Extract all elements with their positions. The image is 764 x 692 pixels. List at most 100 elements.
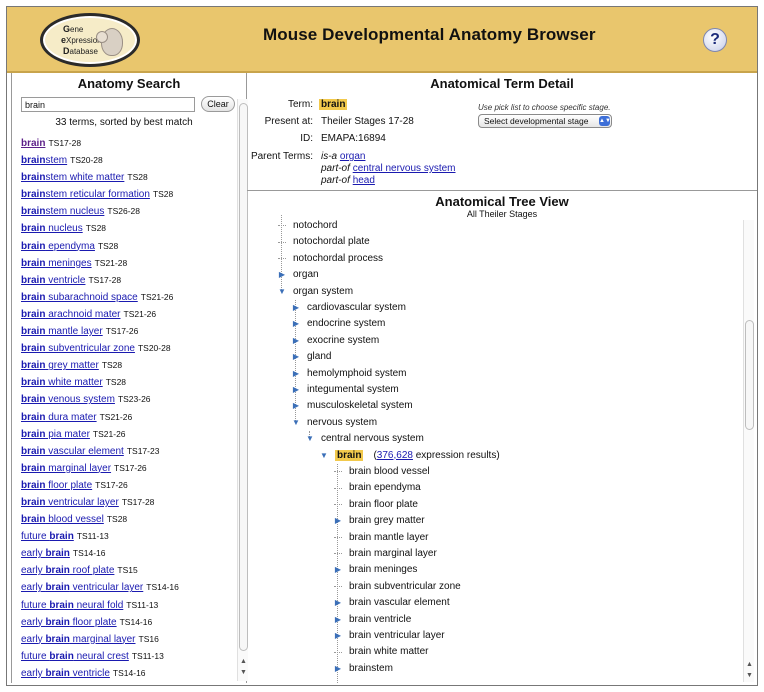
tree-node-label[interactable]: central nervous system bbox=[321, 433, 424, 444]
help-button[interactable]: ? bbox=[703, 28, 727, 52]
search-result-link[interactable]: brain dura mater bbox=[21, 412, 97, 423]
tree-node-label[interactable]: brain ventricle bbox=[349, 614, 411, 625]
tree-node[interactable]: brain subventricular zone bbox=[333, 579, 461, 595]
search-result-link[interactable]: brain subventricular zone bbox=[21, 343, 135, 354]
tree-node-label[interactable]: integumental system bbox=[307, 384, 399, 395]
tree-node[interactable]: notochord bbox=[277, 218, 337, 234]
tree-node[interactable]: ▶ brain meninges bbox=[333, 562, 417, 578]
search-result-link[interactable]: brainstem nucleus bbox=[21, 206, 104, 217]
expand-arrow-icon[interactable]: ▶ bbox=[333, 628, 343, 644]
tree-node-label[interactable]: notochord bbox=[293, 220, 337, 231]
search-result-link[interactable]: brain marginal layer bbox=[21, 463, 111, 474]
tree-node-label[interactable]: brain white matter bbox=[349, 646, 428, 657]
expand-arrow-icon[interactable]: ▶ bbox=[291, 349, 301, 365]
tree-node-label[interactable]: brain ventricular layer bbox=[349, 630, 445, 641]
tree-node[interactable]: brain blood vessel bbox=[333, 464, 430, 480]
tree-node[interactable]: brain marginal layer bbox=[333, 546, 437, 562]
search-result-link[interactable]: brain grey matter bbox=[21, 360, 99, 371]
expression-results-link[interactable]: 376,628 bbox=[377, 450, 413, 461]
tree-node[interactable]: ▶ brainstem bbox=[333, 661, 393, 677]
tree-node-label[interactable]: brain vascular element bbox=[349, 597, 450, 608]
tree-node[interactable]: ▶ musculoskeletal system bbox=[291, 398, 413, 414]
tree-node-label[interactable]: organ bbox=[293, 269, 319, 280]
tree-node[interactable]: ▶ organ bbox=[277, 267, 319, 283]
tree-node-label[interactable]: brain floor plate bbox=[349, 499, 418, 510]
search-result-link[interactable]: future brain neural fold bbox=[21, 600, 123, 611]
tree-node[interactable]: brain floor plate bbox=[333, 497, 418, 513]
tree-node-selected[interactable]: ▼ brain (376,628 expression results) bbox=[319, 448, 500, 464]
search-result-link[interactable]: early brain roof plate bbox=[21, 565, 114, 576]
tree-scroll-down-arrow[interactable]: ▼ bbox=[744, 671, 755, 681]
tree-node-label[interactable]: notochordal process bbox=[293, 253, 383, 264]
search-result-link[interactable]: brain blood vessel bbox=[21, 514, 104, 525]
collapse-arrow-icon[interactable]: ▼ bbox=[305, 431, 315, 447]
expand-arrow-icon[interactable]: ▶ bbox=[333, 612, 343, 628]
search-result-link[interactable]: brain meninges bbox=[21, 258, 92, 269]
tree-node-label[interactable]: endocrine system bbox=[307, 318, 385, 329]
search-result-link[interactable]: brain bbox=[21, 138, 45, 149]
search-result-link[interactable]: brain floor plate bbox=[21, 480, 92, 491]
search-result-link[interactable]: early brain floor plate bbox=[21, 617, 117, 628]
tree-node[interactable]: ▶ cardiovascular system bbox=[291, 300, 406, 316]
search-result-link[interactable]: brain venous system bbox=[21, 394, 115, 405]
tree-scrollbar-thumb[interactable] bbox=[745, 320, 754, 430]
search-result-link[interactable]: brain mantle layer bbox=[21, 326, 103, 337]
tree-node-label[interactable]: organ system bbox=[293, 286, 353, 297]
expand-arrow-icon[interactable]: ▶ bbox=[333, 661, 343, 677]
gxd-logo[interactable]: Gene eXpression Database bbox=[40, 13, 140, 67]
search-result-link[interactable]: brain pia mater bbox=[21, 429, 90, 440]
search-result-link[interactable]: brain vascular element bbox=[21, 446, 124, 457]
search-result-link[interactable]: early brain bbox=[21, 548, 70, 559]
search-result-link[interactable]: brain ventricle bbox=[21, 275, 85, 286]
tree-node-label[interactable]: brain mantle layer bbox=[349, 532, 428, 543]
search-result-link[interactable]: early brain ventricular layer bbox=[21, 582, 143, 593]
search-result-link[interactable]: brain ventricular layer bbox=[21, 497, 119, 508]
expand-arrow-icon[interactable]: ▶ bbox=[291, 300, 301, 316]
search-result-link[interactable]: future brain bbox=[21, 531, 74, 542]
tree-node-label[interactable]: brain marginal layer bbox=[349, 548, 437, 559]
tree-node[interactable]: ▶ brain vascular element bbox=[333, 595, 450, 611]
tree-node-label[interactable]: brain meninges bbox=[349, 564, 417, 575]
tree-node[interactable]: ▶ brain ventricle bbox=[333, 612, 411, 628]
expand-arrow-icon[interactable]: ▶ bbox=[333, 562, 343, 578]
tree-node[interactable]: brain ependyma bbox=[333, 480, 421, 496]
collapse-arrow-icon[interactable]: ▼ bbox=[319, 448, 329, 464]
tree-node-label[interactable]: brain ependyma bbox=[349, 482, 421, 493]
tree-scroll-up-arrow[interactable]: ▲ bbox=[744, 660, 755, 670]
search-result-link[interactable]: brain arachnoid mater bbox=[21, 309, 121, 320]
tree-node-label[interactable]: hemolymphoid system bbox=[307, 368, 406, 379]
collapse-arrow-icon[interactable]: ▼ bbox=[291, 415, 301, 431]
search-input[interactable] bbox=[21, 97, 195, 112]
expand-arrow-icon[interactable]: ▶ bbox=[291, 398, 301, 414]
tree-node-label[interactable]: musculoskeletal system bbox=[307, 400, 413, 411]
tree-node-label[interactable]: nervous system bbox=[307, 417, 377, 428]
search-result-link[interactable]: brain nucleus bbox=[21, 223, 83, 234]
search-result-link[interactable]: future brain neural crest bbox=[21, 651, 129, 662]
tree-node-label[interactable]: brain bbox=[335, 449, 364, 461]
expand-arrow-icon[interactable]: ▶ bbox=[291, 366, 301, 382]
expand-arrow-icon[interactable]: ▶ bbox=[291, 382, 301, 398]
tree-node[interactable]: ▶ gland bbox=[291, 349, 332, 365]
parent-term-link[interactable]: organ bbox=[340, 151, 366, 162]
search-result-link[interactable]: early brain marginal layer bbox=[21, 634, 136, 645]
tree-node[interactable]: notochordal process bbox=[277, 251, 383, 267]
tree-node[interactable]: notochordal plate bbox=[277, 234, 370, 250]
tree-node[interactable]: ▼ central nervous system bbox=[305, 431, 424, 447]
tree-node-label[interactable]: cardiovascular system bbox=[307, 302, 406, 313]
search-result-link[interactable]: brainstem white matter bbox=[21, 172, 124, 183]
parent-term-link[interactable]: central nervous system bbox=[353, 163, 456, 174]
stage-select[interactable]: Select developmental stage ▲▼ bbox=[478, 114, 612, 128]
parent-term-link[interactable]: head bbox=[353, 175, 375, 186]
search-result-link[interactable]: brain white matter bbox=[21, 377, 103, 388]
tree-node-label[interactable]: exocrine system bbox=[307, 335, 379, 346]
expand-arrow-icon[interactable]: ▶ bbox=[333, 595, 343, 611]
tree-node[interactable]: ▶ endocrine system bbox=[291, 316, 385, 332]
tree-scrollbar[interactable]: ▲ ▼ bbox=[743, 220, 754, 682]
tree-node[interactable]: ▼ nervous system bbox=[291, 415, 377, 431]
tree-node[interactable]: brain mantle layer bbox=[333, 530, 428, 546]
tree-node[interactable]: ▶ integumental system bbox=[291, 382, 399, 398]
tree-node-label[interactable]: gland bbox=[307, 351, 331, 362]
clear-button[interactable]: Clear bbox=[201, 96, 235, 112]
search-result-link[interactable]: early brain ventricle bbox=[21, 668, 110, 679]
tree-node[interactable]: ▶ brain grey matter bbox=[333, 513, 425, 529]
